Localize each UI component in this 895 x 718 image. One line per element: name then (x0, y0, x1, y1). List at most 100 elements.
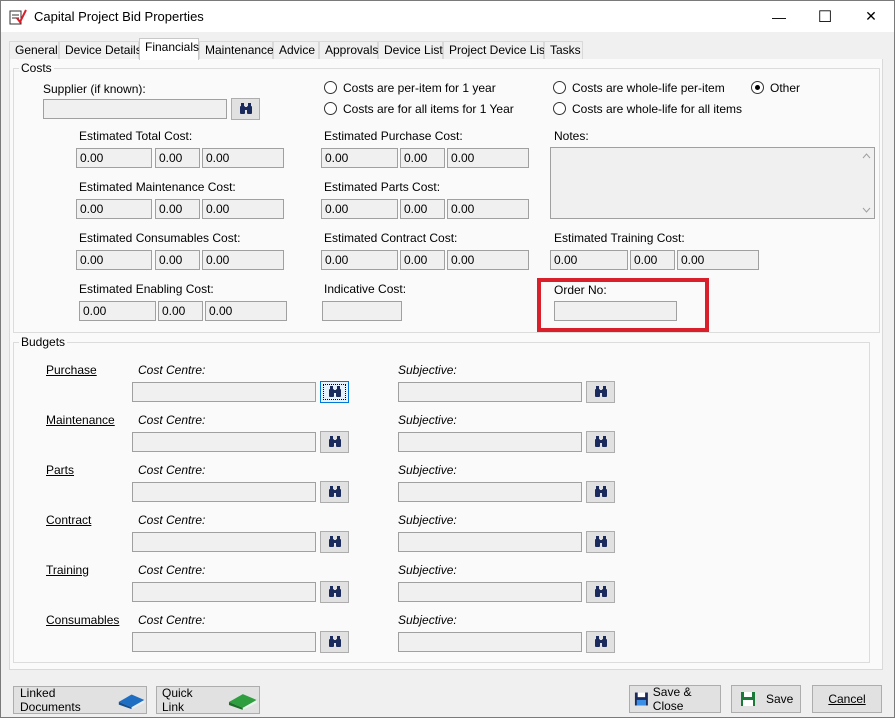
radio-all-items-1yr[interactable] (324, 102, 337, 115)
radio-other[interactable] (751, 81, 764, 94)
binoculars-icon (594, 536, 607, 547)
parts-cost-centre-label: Cost Centre: (138, 463, 206, 477)
training-cost-centre-search-button[interactable] (320, 581, 349, 603)
est-maintenance-field-2[interactable]: 0.00 (155, 199, 200, 219)
save-button[interactable]: Save (731, 685, 801, 713)
binoculars-icon (594, 586, 607, 597)
minimize-button[interactable]: — (756, 1, 802, 32)
maintenance-cost-centre-input[interactable] (132, 432, 316, 452)
parts-cost-centre-search-button[interactable] (320, 481, 349, 503)
est-parts-field-2[interactable]: 0.00 (400, 199, 445, 219)
quick-link-button[interactable]: Quick Link (156, 686, 260, 714)
purchase-subjective-search-button[interactable] (586, 381, 615, 403)
radio-whole-life-all[interactable] (553, 102, 566, 115)
minimize-icon: — (772, 8, 786, 25)
est-contract-field-2[interactable]: 0.00 (400, 250, 445, 270)
supplier-input[interactable] (43, 99, 227, 119)
parts-subjective-search-button[interactable] (586, 481, 615, 503)
contract-subjective-search-button[interactable] (586, 531, 615, 553)
est-contract-field-1[interactable]: 0.00 (321, 250, 398, 270)
est-total-field-1[interactable]: 0.00 (76, 148, 152, 168)
est-parts-field-3[interactable]: 0.00 (447, 199, 529, 219)
notes-scrollbar[interactable] (859, 148, 874, 218)
notes-textarea[interactable] (550, 147, 875, 219)
costs-group-label: Costs (19, 61, 54, 75)
binoculars-icon (328, 436, 341, 447)
training-subjective-search-button[interactable] (586, 581, 615, 603)
est-maintenance-field-1[interactable]: 0.00 (76, 199, 152, 219)
consumables-cost-centre-search-button[interactable] (320, 631, 349, 653)
est-training-field-1[interactable]: 0.00 (550, 250, 628, 270)
maximize-button[interactable]: ☐ (802, 1, 848, 32)
est-enabling-label: Estimated Enabling Cost: (79, 282, 214, 296)
tab-general[interactable]: General (9, 41, 59, 59)
save-close-button[interactable]: Save & Close (629, 685, 721, 713)
binoculars-icon (594, 386, 607, 397)
order-no-field[interactable] (554, 301, 677, 321)
est-training-field-3[interactable]: 0.00 (677, 250, 759, 270)
est-enabling-field-1[interactable]: 0.00 (79, 301, 156, 321)
tab-project-device-list[interactable]: Project Device List (443, 41, 548, 59)
tab-device-list[interactable]: Device List (378, 41, 443, 59)
budget-contract-label: Contract (46, 513, 92, 527)
binoculars-icon (594, 486, 607, 497)
est-consumables-field-3[interactable]: 0.00 (202, 250, 284, 270)
parts-subjective-input[interactable] (398, 482, 582, 502)
contract-subjective-input[interactable] (398, 532, 582, 552)
tab-approvals[interactable]: Approvals (319, 41, 378, 59)
tab-advice[interactable]: Advice (273, 41, 319, 59)
tab-device-details[interactable]: Device Details (59, 41, 142, 59)
est-purchase-field-1[interactable]: 0.00 (321, 148, 398, 168)
purchase-cost-centre-input[interactable] (132, 382, 316, 402)
tab-financials[interactable]: Financials (139, 38, 199, 60)
est-contract-field-3[interactable]: 0.00 (447, 250, 529, 270)
contract-cost-centre-input[interactable] (132, 532, 316, 552)
maintenance-subjective-search-button[interactable] (586, 431, 615, 453)
parts-cost-centre-input[interactable] (132, 482, 316, 502)
consumables-subjective-label: Subjective: (398, 613, 457, 627)
est-training-field-2[interactable]: 0.00 (630, 250, 675, 270)
budget-training-label: Training (46, 563, 89, 577)
consumables-subjective-input[interactable] (398, 632, 582, 652)
close-button[interactable]: ✕ (848, 1, 894, 32)
est-consumables-field-1[interactable]: 0.00 (76, 250, 152, 270)
indicative-cost-field[interactable] (322, 301, 402, 321)
binoculars-icon (594, 436, 607, 447)
tab-maintenance[interactable]: Maintenance (199, 41, 274, 59)
contract-subjective-label: Subjective: (398, 513, 457, 527)
est-maintenance-field-3[interactable]: 0.00 (202, 199, 284, 219)
est-consumables-field-2[interactable]: 0.00 (155, 250, 200, 270)
consumables-cost-centre-input[interactable] (132, 632, 316, 652)
notes-label: Notes: (554, 129, 589, 143)
consumables-subjective-search-button[interactable] (586, 631, 615, 653)
contract-cost-centre-search-button[interactable] (320, 531, 349, 553)
est-total-field-2[interactable]: 0.00 (155, 148, 200, 168)
est-purchase-field-3[interactable]: 0.00 (447, 148, 529, 168)
est-total-field-3[interactable]: 0.00 (202, 148, 284, 168)
purchase-subjective-input[interactable] (398, 382, 582, 402)
radio-whole-life-per-item[interactable] (553, 81, 566, 94)
training-cost-centre-input[interactable] (132, 582, 316, 602)
tab-tasks[interactable]: Tasks (544, 41, 583, 59)
budget-purchase-label: Purchase (46, 363, 97, 377)
close-icon: ✕ (865, 8, 877, 24)
radio-per-item-1yr[interactable] (324, 81, 337, 94)
linked-documents-button[interactable]: Linked Documents (13, 686, 147, 714)
purchase-subjective-label: Subjective: (398, 363, 457, 377)
binoculars-icon (328, 486, 341, 497)
training-subjective-input[interactable] (398, 582, 582, 602)
cancel-button[interactable]: Cancel (812, 685, 882, 713)
maintenance-subjective-input[interactable] (398, 432, 582, 452)
est-purchase-label: Estimated Purchase Cost: (324, 129, 463, 143)
est-parts-field-1[interactable]: 0.00 (321, 199, 398, 219)
training-subjective-label: Subjective: (398, 563, 457, 577)
est-contract-label: Estimated Contract Cost: (324, 231, 458, 245)
est-enabling-field-2[interactable]: 0.00 (158, 301, 203, 321)
est-enabling-field-3[interactable]: 0.00 (205, 301, 287, 321)
cancel-label: Cancel (828, 692, 866, 706)
est-purchase-field-2[interactable]: 0.00 (400, 148, 445, 168)
purchase-cost-centre-search-button[interactable] (320, 381, 349, 403)
supplier-search-button[interactable] (231, 98, 260, 120)
maximize-icon: ☐ (817, 8, 833, 26)
maintenance-cost-centre-search-button[interactable] (320, 431, 349, 453)
